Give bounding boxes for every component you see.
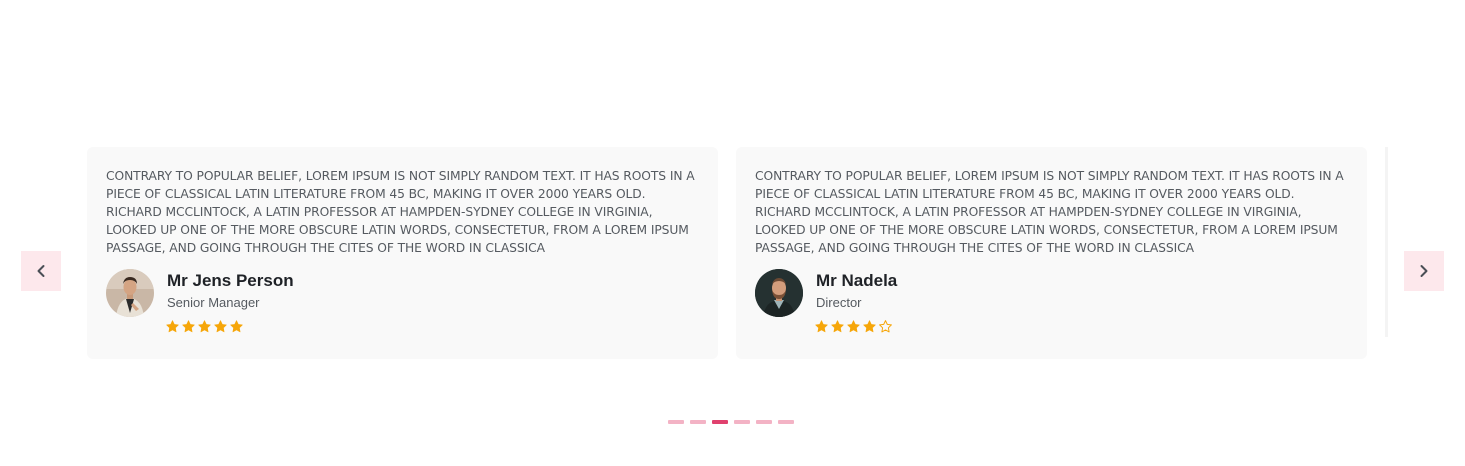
star-filled-icon: [815, 320, 828, 333]
star-filled-icon: [214, 320, 227, 333]
testimonial-author: Mr Nadela Director: [755, 269, 1348, 349]
carousel-dot[interactable]: [712, 420, 728, 424]
author-name: Mr Nadela: [816, 271, 898, 290]
carousel-next-button[interactable]: [1404, 251, 1444, 291]
star-filled-icon: [166, 320, 179, 333]
carousel-dot[interactable]: [778, 420, 794, 424]
avatar: [755, 269, 803, 317]
next-card-peek: [1385, 147, 1388, 337]
star-filled-icon: [863, 320, 876, 333]
star-outline-icon: [879, 320, 892, 333]
star-filled-icon: [230, 320, 243, 333]
star-filled-icon: [198, 320, 211, 333]
carousel-prev-button[interactable]: [21, 251, 61, 291]
carousel-pagination: [668, 420, 794, 424]
star-rating: [815, 320, 892, 333]
avatar: [106, 269, 154, 317]
testimonial-quote: CONTRARY TO POPULAR BELIEF, LOREM IPSUM …: [755, 169, 1344, 255]
chevron-left-icon: [37, 265, 45, 277]
star-rating: [166, 320, 243, 333]
testimonial-carousel: CONTRARY TO POPULAR BELIEF, LOREM IPSUM …: [0, 0, 1465, 466]
testimonial-card: CONTRARY TO POPULAR BELIEF, LOREM IPSUM …: [736, 147, 1367, 359]
author-role: Senior Manager: [167, 295, 260, 310]
chevron-right-icon: [1420, 265, 1428, 277]
carousel-dot[interactable]: [690, 420, 706, 424]
carousel-dot[interactable]: [668, 420, 684, 424]
star-filled-icon: [182, 320, 195, 333]
testimonial-quote: CONTRARY TO POPULAR BELIEF, LOREM IPSUM …: [106, 169, 695, 255]
carousel-dot[interactable]: [734, 420, 750, 424]
testimonial-author: Mr Jens Person Senior Manager: [106, 269, 699, 349]
testimonial-card: CONTRARY TO POPULAR BELIEF, LOREM IPSUM …: [87, 147, 718, 359]
star-filled-icon: [831, 320, 844, 333]
author-name: Mr Jens Person: [167, 271, 294, 290]
star-filled-icon: [847, 320, 860, 333]
carousel-dot[interactable]: [756, 420, 772, 424]
author-role: Director: [816, 295, 862, 310]
